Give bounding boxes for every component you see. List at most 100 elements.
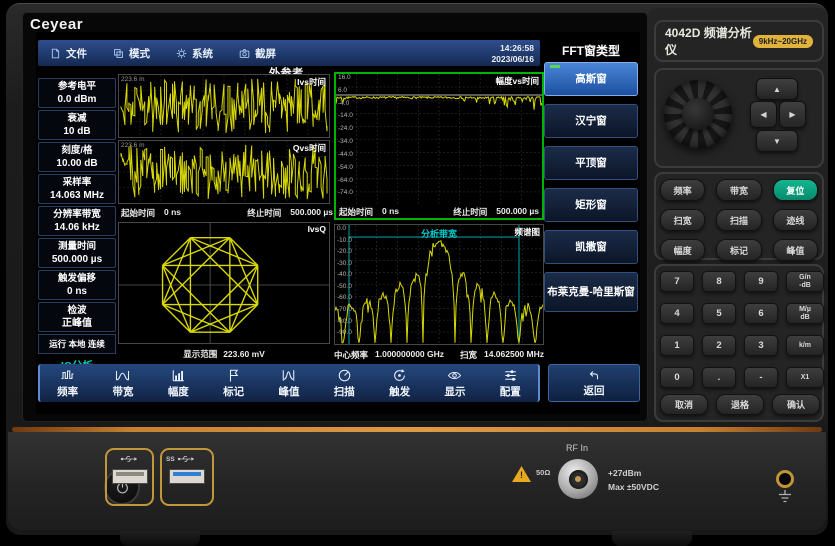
menu-item-file[interactable]: 文件 (50, 46, 87, 61)
key-unit-M[interactable]: M/µdB (786, 303, 824, 324)
toolbar-config[interactable]: 配置 (483, 364, 538, 402)
rotary-knob[interactable] (664, 80, 732, 148)
arrow-up-key[interactable]: ▲ (756, 78, 798, 100)
y-tick: -60.0 (337, 295, 352, 302)
spectrum-plot[interactable]: 0.0-10.0-20.0-30.0-40.0-50.0-60.0-70.0-8… (334, 224, 544, 345)
key-trace[interactable]: 迹线 (773, 209, 818, 231)
fft-btn-rect[interactable]: 矩形窗 (544, 188, 638, 222)
key-sweep[interactable]: 扫描 (716, 209, 761, 231)
key-5[interactable]: 5 (702, 303, 736, 324)
menu-bar: 文件 模式 系统 截屏 14:26:58 2023/06/16 (38, 40, 540, 66)
menu-item-screenshot[interactable]: 截屏 (239, 46, 276, 61)
usb-port-a (105, 448, 154, 506)
trigger-icon (392, 368, 407, 383)
q-vs-time-plot[interactable]: 223.6 m Qvs时间 (118, 140, 330, 204)
key-backspace[interactable]: 退格 (716, 394, 764, 415)
fft-btn-gaussian[interactable]: 高斯窗 (544, 62, 638, 96)
readout-value: 14.06 kHz (39, 221, 115, 234)
menu-item-label: 文件 (66, 46, 87, 61)
key-unit-k[interactable]: k/m (786, 335, 824, 356)
toolbar-bandwidth[interactable]: 带宽 (95, 364, 150, 402)
key-0[interactable]: 0 (660, 367, 694, 388)
amplitude-trace (336, 74, 542, 205)
key-8[interactable]: 8 (702, 271, 736, 292)
fft-btn-hanning[interactable]: 汉宁窗 (544, 104, 638, 138)
i-vs-time-plot[interactable]: 223.6 m Ivs时间 (118, 74, 330, 138)
run-status: 运行 本地 连续 (38, 334, 116, 354)
key-decimal[interactable]: . (702, 367, 736, 388)
key-span[interactable]: 扫宽 (660, 209, 705, 231)
arrow-down-key[interactable]: ▼ (756, 130, 798, 152)
amplitude-vs-time-window[interactable]: 16.06.0-4.0-14.0-24.0-34.0-44.0-54.0-64.… (334, 72, 544, 220)
toolbar-frequency[interactable]: 频率 (40, 364, 95, 402)
key-confirm[interactable]: 确认 (772, 394, 820, 415)
key-7[interactable]: 7 (660, 271, 694, 292)
key-label: 7 (674, 276, 679, 287)
iq-plot-title: IvsQ (308, 224, 326, 234)
arrow-right-key[interactable]: ▶ (779, 101, 806, 128)
fft-btn-flattop[interactable]: 平顶窗 (544, 146, 638, 180)
key-label: 频率 (674, 184, 692, 197)
amplitude-icon (171, 368, 186, 383)
readout-label: 采样率 (39, 176, 115, 189)
y-tick: -74.0 (338, 190, 353, 197)
ground-icon (777, 490, 793, 503)
time: 14:26:58 (491, 43, 534, 54)
toolbar-label: 标记 (223, 384, 244, 399)
key-label: 8 (716, 276, 721, 287)
key-x1[interactable]: X1 (786, 367, 824, 388)
key-6[interactable]: 6 (744, 303, 778, 324)
sweep-icon (337, 368, 352, 383)
stop-time-label: 终止时间 (247, 207, 281, 219)
back-button[interactable]: 返回 (548, 364, 640, 402)
toolbar-marker[interactable]: 标记 (206, 364, 261, 402)
y-tick: 16.0 (338, 75, 353, 82)
key-peak[interactable]: 峰值 (773, 239, 818, 261)
arrow-left-key[interactable]: ◀ (750, 101, 777, 128)
key-cancel[interactable]: 取消 (660, 394, 708, 415)
gear-icon (176, 48, 187, 59)
y-tick: -40.0 (337, 272, 352, 279)
y-tick: -14.0 (338, 113, 353, 120)
fft-btn-label: 凯撒窗 (575, 241, 607, 253)
key-bandwidth[interactable]: 带宽 (716, 179, 761, 201)
key-1[interactable]: 1 (660, 335, 694, 356)
key-4[interactable]: 4 (660, 303, 694, 324)
readout-attenuation: 衰减10 dB (38, 110, 116, 140)
key-3[interactable]: 3 (744, 335, 778, 356)
back-icon (587, 368, 601, 382)
toolbar-display[interactable]: 显示 (427, 364, 482, 402)
toolbar-sweep[interactable]: 扫描 (317, 364, 372, 402)
menu-item-mode[interactable]: 模式 (113, 46, 150, 61)
plot-area: 223.6 m Ivs时间 223.6 m Qvs时间 起始时间0 ns 终止时… (118, 72, 544, 364)
key-label: dB (800, 314, 809, 321)
center-freq-label: 中心频率 (334, 349, 368, 361)
analysis-bandwidth-label: 分析带宽 (335, 227, 543, 240)
menu-item-system[interactable]: 系统 (176, 46, 213, 61)
toolbar-amplitude[interactable]: 幅度 (151, 364, 206, 402)
key-marker[interactable]: 标记 (716, 239, 761, 261)
constellation-plot[interactable]: IvsQ (118, 222, 330, 344)
fft-btn-label: 平顶窗 (575, 157, 607, 169)
key-2[interactable]: 2 (702, 335, 736, 356)
toolbar-peak[interactable]: 峰值 (261, 364, 316, 402)
key-frequency[interactable]: 频率 (660, 179, 705, 201)
key-reset[interactable]: 复位 (773, 179, 818, 201)
y-tick: -70.0 (337, 307, 352, 314)
toolbar-trigger[interactable]: 触发 (372, 364, 427, 402)
key-amplitude[interactable]: 幅度 (660, 239, 705, 261)
span-value: 14.062500 MHz (484, 349, 544, 361)
toolbar-label: 显示 (444, 384, 465, 399)
fft-btn-blackman-harris[interactable]: 布莱克曼-哈里斯窗 (544, 272, 638, 312)
readout-value: 10 dB (39, 125, 115, 138)
fft-btn-kaiser[interactable]: 凯撒窗 (544, 230, 638, 264)
readout-value: 正峰值 (39, 317, 115, 330)
camera-icon (239, 48, 250, 59)
fft-btn-label: 汉宁窗 (575, 115, 607, 127)
y-tick: -30.0 (337, 261, 352, 268)
key-minus[interactable]: - (744, 367, 778, 388)
ground-terminal (776, 470, 794, 488)
key-label: 取消 (675, 398, 693, 411)
key-unit-G[interactable]: G/n-dB (786, 271, 824, 292)
key-9[interactable]: 9 (744, 271, 778, 292)
